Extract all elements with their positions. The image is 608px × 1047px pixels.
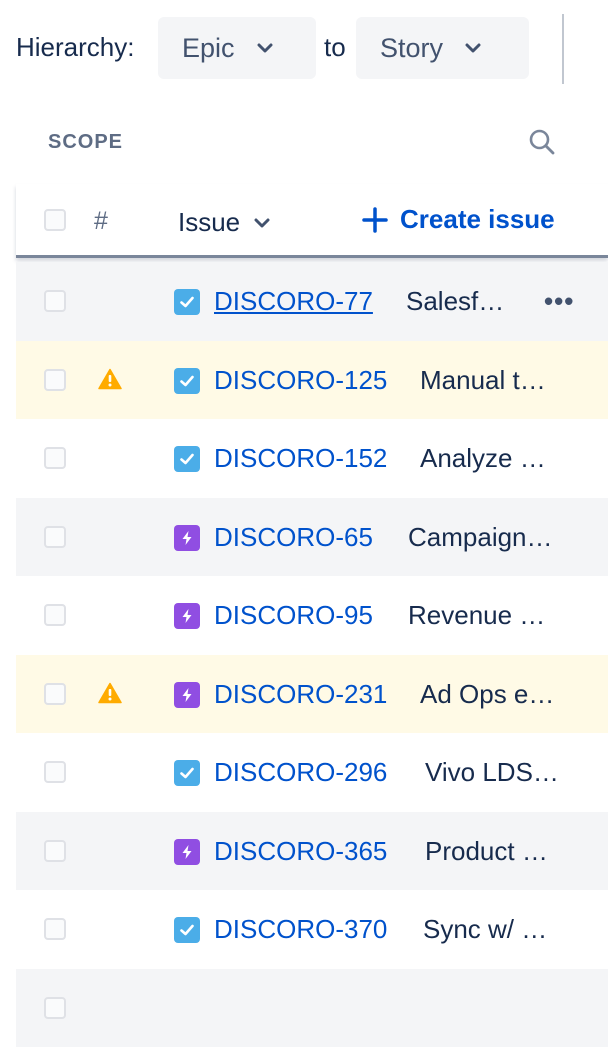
row-checkbox[interactable] — [44, 447, 66, 469]
issue-key-link[interactable]: DISCORO-365 — [214, 836, 387, 867]
issue-list: DISCORO-77 Salesf… ••• DISCORO-125 Manua… — [16, 262, 608, 1047]
row-checkbox[interactable] — [44, 369, 66, 391]
table-row-partial[interactable] — [16, 969, 608, 1047]
row-checkbox[interactable] — [44, 290, 66, 312]
table-row[interactable]: DISCORO-296 Vivo LDS… — [16, 733, 608, 812]
row-checkbox[interactable] — [44, 604, 66, 626]
issue-column-header[interactable]: Issue — [178, 207, 270, 238]
issue-key-link[interactable]: DISCORO-77 — [214, 286, 373, 317]
hierarchy-from-value: Epic — [182, 33, 235, 64]
issue-summary: Revenue … — [408, 600, 545, 631]
create-issue-label: Create issue — [400, 204, 555, 235]
more-actions-icon[interactable]: ••• — [544, 286, 574, 317]
issue-key-link[interactable]: DISCORO-231 — [214, 679, 387, 710]
issue-summary: Analyze … — [420, 443, 546, 474]
lightning-feature-icon — [174, 603, 200, 629]
chevron-down-icon — [257, 42, 273, 54]
table-row[interactable]: DISCORO-95 Revenue … — [16, 576, 608, 655]
issue-key-link[interactable]: DISCORO-152 — [214, 443, 387, 474]
row-checkbox[interactable] — [44, 918, 66, 940]
hierarchy-to-label: to — [324, 32, 346, 63]
row-checkbox[interactable] — [44, 997, 66, 1019]
scope-title: SCOPE — [48, 131, 123, 154]
lightning-feature-icon — [174, 839, 200, 865]
table-row[interactable]: DISCORO-152 Analyze … — [16, 419, 608, 498]
hierarchy-to-dropdown[interactable]: Story — [356, 17, 529, 79]
row-checkbox[interactable] — [44, 761, 66, 783]
checkbox-story-icon — [174, 446, 200, 472]
checkbox-story-icon — [174, 760, 200, 786]
issue-key-link[interactable]: DISCORO-95 — [214, 600, 373, 631]
table-row[interactable]: DISCORO-231 Ad Ops e… — [16, 655, 608, 734]
issue-key-link[interactable]: DISCORO-125 — [214, 365, 387, 396]
issue-summary: Sync w/ … — [423, 914, 547, 945]
table-row[interactable]: DISCORO-125 Manual t… — [16, 341, 608, 420]
issue-summary: Product … — [425, 836, 548, 867]
lightning-feature-icon — [174, 682, 200, 708]
checkbox-story-icon — [174, 289, 200, 315]
search-icon[interactable] — [528, 128, 556, 161]
hierarchy-from-dropdown[interactable]: Epic — [158, 17, 316, 79]
toolbar-divider — [562, 14, 564, 84]
issue-summary: Salesf… — [406, 286, 504, 317]
table-row[interactable]: DISCORO-370 Sync w/ … — [16, 890, 608, 969]
issue-key-link[interactable]: DISCORO-370 — [214, 914, 387, 945]
hierarchy-label: Hierarchy: — [16, 32, 134, 63]
table-row[interactable]: DISCORO-65 Campaign… — [16, 498, 608, 577]
row-checkbox[interactable] — [44, 840, 66, 862]
plus-icon — [362, 207, 388, 233]
issue-summary: Ad Ops e… — [420, 679, 554, 710]
issue-summary: Vivo LDS… — [425, 757, 559, 788]
table-row[interactable]: DISCORO-365 Product … — [16, 812, 608, 891]
lightning-feature-icon — [174, 525, 200, 551]
warning-icon — [98, 368, 122, 395]
issue-column-label: Issue — [178, 207, 240, 238]
hierarchy-to-value: Story — [380, 33, 443, 64]
chevron-down-icon — [254, 217, 270, 229]
issue-key-link[interactable]: DISCORO-65 — [214, 522, 373, 553]
issue-summary: Manual t… — [420, 365, 546, 396]
select-all-checkbox[interactable] — [44, 209, 66, 231]
issue-key-link[interactable]: DISCORO-296 — [214, 757, 387, 788]
create-issue-button[interactable]: Create issue — [362, 204, 555, 235]
rank-column-header: # — [94, 207, 108, 236]
hierarchy-toolbar: Hierarchy: Epic to Story — [0, 0, 608, 98]
issue-summary: Campaign… — [408, 522, 553, 553]
chevron-down-icon — [465, 42, 481, 54]
checkbox-story-icon — [174, 368, 200, 394]
checkbox-story-icon — [174, 917, 200, 943]
table-row[interactable]: DISCORO-77 Salesf… ••• — [16, 262, 608, 341]
row-checkbox[interactable] — [44, 683, 66, 705]
row-checkbox[interactable] — [44, 526, 66, 548]
warning-icon — [98, 682, 122, 709]
